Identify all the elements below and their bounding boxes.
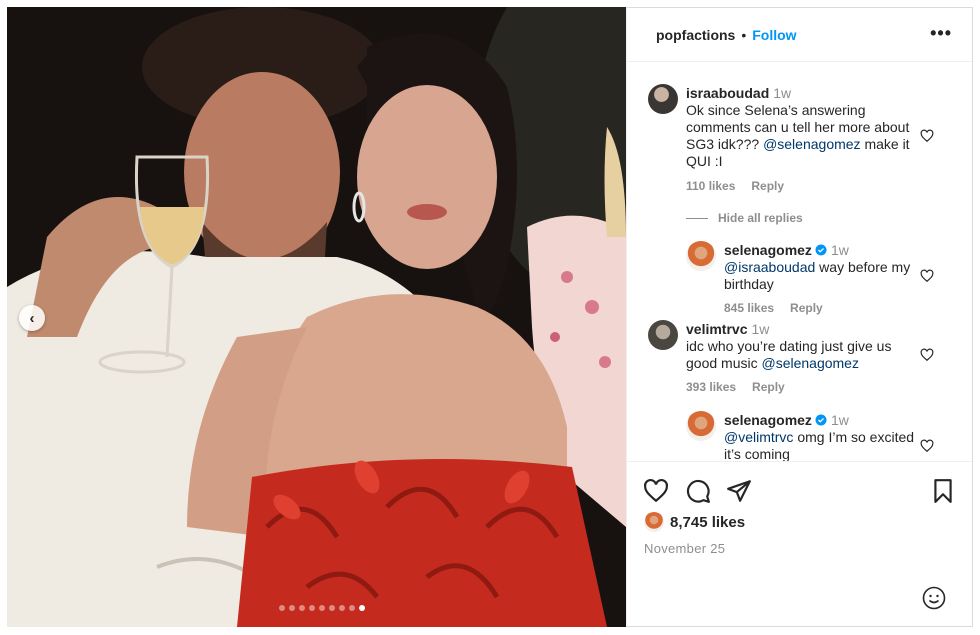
carousel-dot bbox=[298, 605, 305, 611]
avatar[interactable] bbox=[648, 320, 678, 350]
likes-summary[interactable]: 8,745 likes bbox=[644, 512, 745, 532]
comment-meta: 845 likes Reply bbox=[724, 301, 823, 315]
comment-username[interactable]: selenagomez bbox=[724, 412, 812, 428]
comment-time[interactable]: 1w bbox=[831, 412, 849, 428]
chevron-left-icon: ‹ bbox=[29, 309, 35, 327]
comment-body: israaboudad 1w Ok since Selena’s answerin… bbox=[686, 85, 910, 170]
comment-time[interactable]: 1w bbox=[751, 321, 769, 337]
comment-username[interactable]: selenagomez bbox=[724, 242, 812, 258]
post-actions: 8,745 likes November 25 bbox=[627, 461, 972, 628]
comment-time[interactable]: 1w bbox=[773, 85, 791, 101]
instagram-post-modal: ‹ popfactions • Follow ••• israaboudad 1… bbox=[0, 0, 980, 635]
comment-heart-icon[interactable] bbox=[920, 269, 934, 283]
comment-likes[interactable]: 393 likes bbox=[686, 380, 736, 394]
comment-icon[interactable] bbox=[685, 478, 711, 504]
carousel-indicator bbox=[7, 605, 626, 611]
carousel-dot bbox=[348, 605, 355, 611]
comment-heart-icon[interactable] bbox=[920, 439, 934, 453]
photo-illustration bbox=[7, 7, 626, 627]
more-horizontal-icon[interactable]: ••• bbox=[930, 23, 952, 44]
comment-time[interactable]: 1w bbox=[831, 242, 849, 258]
comment-heart-icon[interactable] bbox=[920, 129, 934, 143]
comment-likes[interactable]: 845 likes bbox=[724, 301, 774, 315]
reply-button[interactable]: Reply bbox=[751, 179, 784, 193]
verified-badge-icon bbox=[815, 414, 827, 426]
heart-icon[interactable] bbox=[643, 478, 669, 504]
avatar[interactable] bbox=[686, 411, 716, 441]
mention-link[interactable]: @israaboudad bbox=[724, 259, 815, 275]
comment-meta: 393 likes Reply bbox=[686, 380, 785, 394]
share-icon[interactable] bbox=[726, 478, 752, 504]
avatar[interactable] bbox=[648, 84, 678, 114]
post-header: popfactions • Follow ••• bbox=[627, 8, 972, 62]
likes-count[interactable]: 8,745 likes bbox=[670, 514, 745, 531]
avatar[interactable] bbox=[686, 241, 716, 271]
header-separator: • bbox=[741, 26, 747, 43]
avatar bbox=[644, 512, 664, 532]
comment-body: selenagomez 1w @israaboudad way before my… bbox=[724, 242, 924, 293]
carousel-prev-button[interactable]: ‹ bbox=[19, 305, 45, 331]
comment-username[interactable]: israaboudad bbox=[686, 85, 769, 101]
reply-button[interactable]: Reply bbox=[752, 380, 785, 394]
comment-body: velimtrvc 1w idc who you’re dating just g… bbox=[686, 321, 906, 372]
comment-meta: 110 likes Reply bbox=[686, 179, 784, 193]
verified-badge-icon bbox=[815, 244, 827, 256]
divider-line bbox=[686, 217, 708, 219]
author-username[interactable]: popfactions bbox=[656, 27, 735, 43]
post-date[interactable]: November 25 bbox=[644, 541, 725, 556]
reply-button[interactable]: Reply bbox=[790, 301, 823, 315]
post-photo[interactable]: ‹ bbox=[7, 7, 626, 627]
mention-link[interactable]: @selenagomez bbox=[761, 355, 859, 371]
comment-heart-icon[interactable] bbox=[920, 348, 934, 362]
carousel-dot bbox=[328, 605, 335, 611]
carousel-dot-active bbox=[358, 605, 365, 611]
comment-body: selenagomez 1w @velimtrvc omg I’m so exci… bbox=[724, 412, 924, 461]
hide-replies-label: Hide all replies bbox=[718, 211, 803, 225]
follow-button[interactable]: Follow bbox=[752, 27, 796, 43]
comment-username[interactable]: velimtrvc bbox=[686, 321, 747, 337]
comment-likes[interactable]: 110 likes bbox=[686, 179, 735, 193]
carousel-dot bbox=[308, 605, 315, 611]
hide-replies-button[interactable]: Hide all replies bbox=[686, 211, 803, 225]
carousel-dot bbox=[288, 605, 295, 611]
carousel-dot bbox=[318, 605, 325, 611]
mention-link[interactable]: @velimtrvc bbox=[724, 429, 793, 445]
bookmark-icon[interactable] bbox=[930, 478, 956, 504]
carousel-dot bbox=[338, 605, 345, 611]
comments-list[interactable]: israaboudad 1w Ok since Selena’s answerin… bbox=[627, 63, 972, 461]
carousel-dot bbox=[278, 605, 285, 611]
post-side-panel: popfactions • Follow ••• israaboudad 1w O… bbox=[626, 7, 973, 627]
emoji-icon[interactable] bbox=[922, 586, 946, 610]
mention-link[interactable]: @selenagomez bbox=[763, 136, 861, 152]
